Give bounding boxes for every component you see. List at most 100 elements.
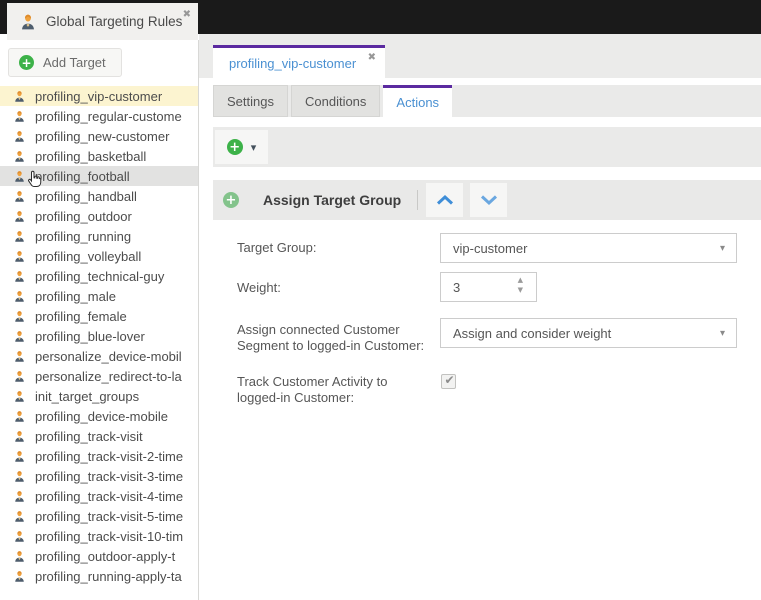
target-list-item-profiling_technical-guy[interactable]: profiling_technical-guy bbox=[0, 266, 198, 286]
person-icon bbox=[19, 13, 37, 31]
target-list-item-profiling_male[interactable]: profiling_male bbox=[0, 286, 198, 306]
person-icon bbox=[13, 110, 26, 123]
person-icon bbox=[13, 310, 26, 323]
target-item-label: profiling_new-customer bbox=[35, 129, 169, 144]
action-section-header: + Assign Target Group bbox=[213, 180, 761, 220]
person-icon bbox=[13, 230, 26, 243]
checkmark-icon: ✔ bbox=[444, 374, 454, 386]
person-icon bbox=[13, 330, 26, 343]
move-up-button[interactable] bbox=[426, 183, 463, 217]
spin-up-icon[interactable]: ▲ bbox=[518, 277, 523, 284]
close-icon[interactable]: ✖ bbox=[368, 53, 376, 63]
target-item-label: profiling_track-visit-10-tim bbox=[35, 529, 183, 544]
target-list-item-profiling_vip-customer[interactable]: profiling_vip-customer bbox=[0, 86, 198, 106]
target-list-item-profiling_track-visit-5-time[interactable]: profiling_track-visit-5-time bbox=[0, 506, 198, 526]
move-down-button[interactable] bbox=[470, 183, 507, 217]
target-group-label: Target Group: bbox=[237, 240, 432, 256]
add-target-button[interactable]: + Add Target bbox=[8, 48, 122, 77]
weight-stepper[interactable]: 3 ▲ ▼ bbox=[440, 272, 537, 302]
target-item-label: profiling_device-mobile bbox=[35, 409, 168, 424]
person-icon bbox=[13, 530, 26, 543]
target-group-dropdown[interactable]: vip-customer ▾ bbox=[440, 233, 737, 263]
close-icon[interactable]: ✖ bbox=[183, 10, 191, 20]
person-icon bbox=[13, 410, 26, 423]
section-title: Assign Target Group bbox=[263, 192, 401, 208]
target-list-item-profiling_new-customer[interactable]: profiling_new-customer bbox=[0, 126, 198, 146]
window-tab-global-targeting-rules[interactable]: Global Targeting Rules ✖ bbox=[7, 3, 198, 40]
person-icon bbox=[13, 490, 26, 503]
track-activity-checkbox[interactable]: ✔ bbox=[441, 374, 456, 389]
target-item-label: profiling_male bbox=[35, 289, 116, 304]
target-list-item-profiling_track-visit-3-time[interactable]: profiling_track-visit-3-time bbox=[0, 466, 198, 486]
target-item-label: profiling_outdoor-apply-t bbox=[35, 549, 175, 564]
person-icon bbox=[13, 470, 26, 483]
target-list-item-profiling_female[interactable]: profiling_female bbox=[0, 306, 198, 326]
track-activity-label: Track Customer Activity to logged-in Cus… bbox=[237, 374, 432, 406]
target-list-item-profiling_outdoor[interactable]: profiling_outdoor bbox=[0, 206, 198, 226]
add-action-dropdown-button[interactable]: + ▾ bbox=[215, 130, 268, 164]
person-icon bbox=[13, 190, 26, 203]
target-item-label: profiling_basketball bbox=[35, 149, 146, 164]
assign-segment-dropdown[interactable]: Assign and consider weight ▾ bbox=[440, 318, 737, 348]
target-list-item-profiling_running[interactable]: profiling_running bbox=[0, 226, 198, 246]
person-icon bbox=[13, 250, 26, 263]
stepper-arrows[interactable]: ▲ ▼ bbox=[518, 277, 523, 294]
window-tab-title: Global Targeting Rules bbox=[46, 14, 183, 29]
target-item-label: profiling_running bbox=[35, 229, 131, 244]
target-list: profiling_vip-customer profiling_regular… bbox=[0, 86, 198, 586]
target-list-item-profiling_regular-custome[interactable]: profiling_regular-custome bbox=[0, 106, 198, 126]
target-list-item-profiling_volleyball[interactable]: profiling_volleyball bbox=[0, 246, 198, 266]
target-group-value: vip-customer bbox=[453, 241, 527, 256]
document-tab-profiling-vip-customer[interactable]: profiling_vip-customer ✖ bbox=[213, 45, 385, 78]
chevron-up-icon bbox=[436, 194, 454, 206]
target-list-item-profiling_running-apply-ta[interactable]: profiling_running-apply-ta bbox=[0, 566, 198, 586]
spin-down-icon[interactable]: ▼ bbox=[518, 287, 523, 294]
target-item-label: profiling_regular-custome bbox=[35, 109, 182, 124]
caret-down-icon: ▾ bbox=[720, 328, 725, 339]
target-list-item-profiling_track-visit-10-tim[interactable]: profiling_track-visit-10-tim bbox=[0, 526, 198, 546]
person-icon bbox=[13, 430, 26, 443]
person-icon bbox=[13, 150, 26, 163]
subtabs: SettingsConditionsActions bbox=[213, 85, 761, 117]
target-item-label: profiling_outdoor bbox=[35, 209, 132, 224]
sidebar: + Add Target profiling_vip-customer prof… bbox=[0, 40, 199, 600]
person-icon bbox=[13, 350, 26, 363]
caret-down-icon: ▾ bbox=[251, 141, 257, 154]
add-icon: + bbox=[223, 192, 239, 208]
tab-conditions[interactable]: Conditions bbox=[291, 85, 380, 117]
person-icon bbox=[13, 130, 26, 143]
add-icon: + bbox=[19, 55, 34, 70]
target-list-item-profiling_basketball[interactable]: profiling_basketball bbox=[0, 146, 198, 166]
target-item-label: profiling_track-visit-2-time bbox=[35, 449, 183, 464]
target-list-item-profiling_blue-lover[interactable]: profiling_blue-lover bbox=[0, 326, 198, 346]
assign-segment-label: Assign connected Customer Segment to log… bbox=[237, 322, 432, 354]
person-icon bbox=[13, 90, 26, 103]
target-list-item-personalize_device-mobil[interactable]: personalize_device-mobil bbox=[0, 346, 198, 366]
add-icon: + bbox=[227, 139, 243, 155]
app-window: Global Targeting Rules ✖ + Add Target pr… bbox=[0, 0, 761, 600]
target-list-item-personalize_redirect-to-la[interactable]: personalize_redirect-to-la bbox=[0, 366, 198, 386]
target-item-label: profiling_vip-customer bbox=[35, 89, 162, 104]
tab-settings[interactable]: Settings bbox=[213, 85, 288, 117]
target-list-item-init_target_groups[interactable]: init_target_groups bbox=[0, 386, 198, 406]
add-target-label: Add Target bbox=[43, 55, 106, 70]
target-item-label: profiling_track-visit-3-time bbox=[35, 469, 183, 484]
target-item-label: profiling_handball bbox=[35, 189, 137, 204]
person-icon bbox=[13, 510, 26, 523]
weight-label: Weight: bbox=[237, 280, 432, 296]
target-list-item-profiling_track-visit-4-time[interactable]: profiling_track-visit-4-time bbox=[0, 486, 198, 506]
tab-actions[interactable]: Actions bbox=[383, 85, 452, 117]
chevron-down-icon bbox=[480, 194, 498, 206]
document-tab-title: profiling_vip-customer bbox=[229, 56, 368, 71]
target-list-item-profiling_device-mobile[interactable]: profiling_device-mobile bbox=[0, 406, 198, 426]
target-item-label: profiling_technical-guy bbox=[35, 269, 164, 284]
target-item-label: profiling_track-visit-5-time bbox=[35, 509, 183, 524]
target-list-item-profiling_outdoor-apply-t[interactable]: profiling_outdoor-apply-t bbox=[0, 546, 198, 566]
target-list-item-profiling_track-visit[interactable]: profiling_track-visit bbox=[0, 426, 198, 446]
person-icon bbox=[13, 270, 26, 283]
target-item-label: profiling_football bbox=[35, 169, 130, 184]
target-list-item-profiling_track-visit-2-time[interactable]: profiling_track-visit-2-time bbox=[0, 446, 198, 466]
person-icon bbox=[13, 570, 26, 583]
target-item-label: personalize_device-mobil bbox=[35, 349, 182, 364]
mouse-cursor-icon bbox=[24, 169, 44, 191]
